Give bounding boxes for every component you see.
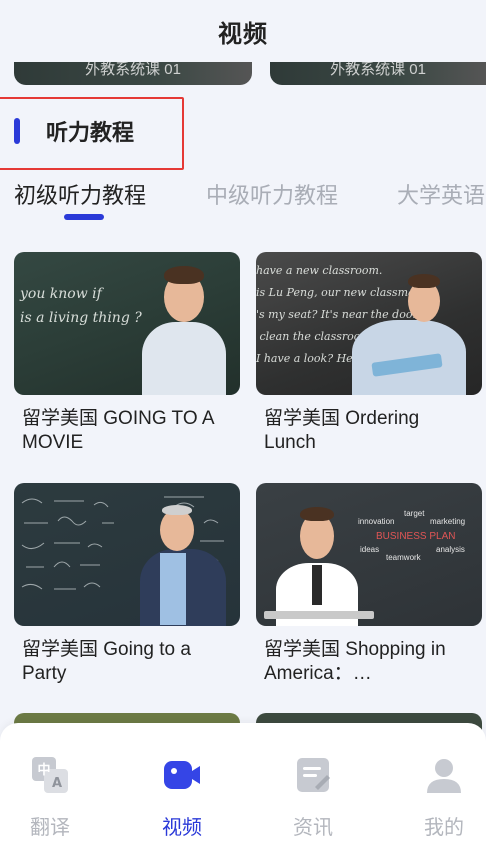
- nav-label: 我的: [424, 817, 464, 839]
- nav-item-translate[interactable]: 中 A 翻译: [0, 755, 100, 840]
- business-words: innovation target marketing BUSINESS PLA…: [358, 509, 466, 562]
- video-title: 留学美国 Going to a Party: [22, 639, 191, 684]
- section-accent-bar: [14, 118, 20, 144]
- video-title: 留学美国 GOING TO A MOVIE: [22, 408, 214, 453]
- chalkboard-text: you know if is a living thing ?: [20, 286, 142, 326]
- section-title: 听力教程: [46, 120, 135, 145]
- nav-label: 翻译: [30, 817, 70, 839]
- translate-icon: 中 A: [30, 755, 70, 795]
- video-thumbnail: innovation target marketing BUSINESS PLA…: [256, 483, 482, 626]
- video-camera-icon: [162, 755, 202, 795]
- app-header: 视频: [0, 0, 486, 62]
- video-card[interactable]: have a new classroom. is Lu Peng, our ne…: [256, 252, 482, 455]
- svg-text:中: 中: [37, 762, 50, 778]
- video-thumbnail: have a new classroom. is Lu Peng, our ne…: [256, 252, 482, 395]
- nav-item-profile[interactable]: 我的: [394, 755, 486, 840]
- video-thumbnail: [14, 483, 240, 626]
- nav-label: 视频: [162, 817, 202, 839]
- video-thumbnail: you know if is a living thing ?: [14, 252, 240, 395]
- video-card[interactable]: you know if is a living thing ? 留学美国 GOI…: [14, 252, 240, 455]
- news-icon: [293, 755, 333, 795]
- nav-item-video[interactable]: 视频: [132, 755, 232, 840]
- video-card[interactable]: innovation target marketing BUSINESS PLA…: [256, 483, 482, 686]
- page-title: 视频: [218, 20, 268, 48]
- video-card[interactable]: 留学美国 Going to a Party: [14, 483, 240, 686]
- tab-beginner-listening[interactable]: 初级听力教程: [14, 178, 146, 210]
- category-tabs: 初级听力教程 中级听力教程 大学英语: [0, 170, 486, 220]
- nav-item-news[interactable]: 资讯: [263, 755, 363, 840]
- tab-intermediate-listening[interactable]: 中级听力教程: [206, 178, 338, 210]
- nav-label: 资讯: [293, 817, 333, 839]
- active-tab-indicator: [64, 214, 104, 220]
- profile-icon: [424, 755, 464, 795]
- video-title: 留学美国 Shopping in America：Conversations: [264, 639, 446, 684]
- svg-text:A: A: [52, 776, 62, 791]
- tab-college-english[interactable]: 大学英语: [397, 178, 485, 210]
- bottom-nav: 中 A 翻译 视频 资讯 我的: [0, 723, 486, 855]
- video-title: 留学美国 Ordering Lunch: [264, 408, 420, 453]
